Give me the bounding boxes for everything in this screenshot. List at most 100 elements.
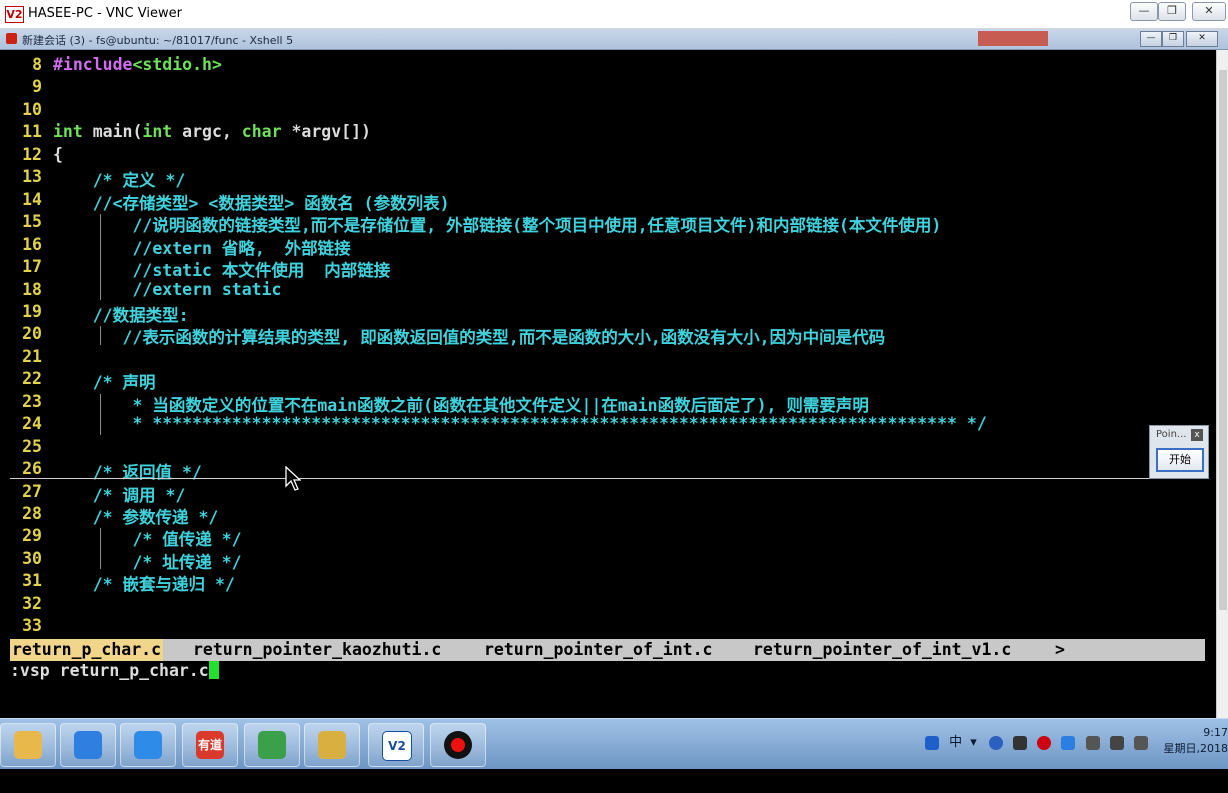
- pointer-popup: Poin... x 开始: [1149, 425, 1209, 479]
- line-number: 11: [22, 122, 42, 142]
- vim-tabline: return_p_char.c return_pointer_kaozhuti.…: [10, 639, 1205, 661]
- code-text: /* 返回值 */: [53, 463, 202, 483]
- line-number: 18: [22, 279, 42, 299]
- taskbar-baidu-cloud-button[interactable]: [60, 723, 116, 767]
- line-number: 17: [22, 257, 42, 277]
- code-text: /* 参数传递 */: [53, 508, 219, 527]
- vnc-minimize-button[interactable]: —: [1130, 2, 1158, 21]
- search-tray-icon[interactable]: [925, 735, 939, 750]
- popup-title: Poin...: [1156, 429, 1187, 440]
- ime-indicator[interactable]: 中: [949, 735, 962, 750]
- command-text: :vsp return_p_char.c: [10, 661, 209, 680]
- terminal-scrollbar[interactable]: [1216, 50, 1228, 718]
- line-number: 20: [22, 324, 42, 344]
- code-text: //数据类型:: [53, 305, 189, 325]
- code-text: int main(int argc, char *argv[]): [53, 122, 371, 142]
- code-text: * 当函数定义的位置不在main函数之前(函数在其他文件定义||在main函数后…: [53, 395, 869, 415]
- code-text: /* 值传递 */: [53, 530, 242, 550]
- taskbar-recorder-button[interactable]: [430, 723, 486, 767]
- mouse-pointer-icon: [285, 466, 301, 491]
- system-tray: 中 ▾: [925, 731, 1154, 755]
- code-text: {: [53, 144, 63, 164]
- scrollbar-thumb[interactable]: [1219, 70, 1227, 610]
- vnc-titlebar: V2 HASEE-PC - VNC Viewer — ❐ ✕: [0, 0, 1228, 29]
- clock-time: 9:17: [1203, 726, 1228, 739]
- taskbar-clock[interactable]: 9:17 星期日,2018: [1160, 725, 1228, 757]
- code-text: //static 本文件使用 内部链接: [53, 261, 391, 281]
- code-text: #include<stdio.h>: [53, 55, 222, 74]
- options-icon[interactable]: [1013, 735, 1028, 750]
- taskbar-vnc-viewer-button[interactable]: V2: [368, 723, 424, 767]
- code-text: /* 嵌套与递归 */: [53, 575, 235, 595]
- code-text: //说明函数的链接类型,而不是存储位置, 外部链接(整个项目中使用,任意项目文件…: [53, 216, 942, 236]
- youdao-dict-icon: 有道: [196, 731, 224, 759]
- line-number: 22: [22, 369, 42, 389]
- tab-item[interactable]: return_pointer_of_int.c: [484, 639, 712, 661]
- xshell-window-title: 新建会话 (3) - fs@ubuntu: ~/81017/func - Xsh…: [22, 34, 294, 47]
- xshell-close-button[interactable]: ✕: [1186, 31, 1218, 47]
- xshell-minimize-button[interactable]: —: [1140, 31, 1162, 47]
- popup-close-button[interactable]: x: [1191, 429, 1203, 441]
- taskbar-file-manager-button[interactable]: [304, 723, 360, 767]
- vnc-window-title: HASEE-PC - VNC Viewer: [28, 6, 182, 21]
- xshell-maximize-button[interactable]: ❐: [1162, 31, 1184, 47]
- line-number: 33: [22, 616, 42, 636]
- cursor-line: [10, 478, 1150, 479]
- indent-guide: [100, 214, 101, 300]
- line-number: 26: [22, 459, 42, 479]
- line-number: 8: [32, 55, 42, 74]
- code-text: /* 声明: [53, 373, 156, 393]
- notes-icon: [134, 731, 162, 759]
- taskbar-youdao-dict-button[interactable]: 有道: [182, 723, 238, 767]
- taskbar-file-explorer-button[interactable]: [0, 723, 56, 767]
- line-number: 28: [22, 504, 42, 523]
- taskbar-notes-button[interactable]: [120, 723, 176, 767]
- file-explorer-icon: [14, 731, 42, 759]
- record-tray-icon[interactable]: [1037, 735, 1052, 750]
- xshell-indicator: [978, 31, 1048, 46]
- baidu-cloud-icon: [74, 731, 102, 759]
- network-icon[interactable]: [1109, 735, 1124, 750]
- help-icon[interactable]: [988, 735, 1003, 750]
- tab-item[interactable]: return_pointer_kaozhuti.c: [193, 639, 441, 661]
- line-number: 27: [22, 481, 42, 501]
- line-number: 12: [22, 144, 42, 164]
- recorder-icon: [444, 731, 472, 759]
- file-manager-icon: [318, 731, 346, 759]
- text-cursor: [208, 661, 219, 679]
- vnc-app-icon: V2: [5, 6, 24, 23]
- taskbar-chrome-button[interactable]: [244, 723, 300, 767]
- xshell-titlebar: 新建会话 (3) - fs@ubuntu: ~/81017/func - Xsh…: [0, 29, 1228, 50]
- clock-date: 星期日,2018: [1163, 742, 1228, 755]
- indent-guide: [100, 393, 101, 435]
- code-text: /* 定义 */: [53, 171, 186, 191]
- vnc-close-button[interactable]: ✕: [1192, 2, 1226, 21]
- flag-icon[interactable]: [1085, 735, 1100, 750]
- popup-start-button[interactable]: 开始: [1156, 448, 1204, 472]
- chrome-icon: [258, 731, 286, 759]
- line-number: 16: [22, 234, 42, 254]
- line-number: 13: [22, 167, 42, 187]
- line-number: 29: [22, 526, 42, 546]
- volume-icon[interactable]: [1133, 735, 1148, 750]
- code-text: //<存储类型> <数据类型> 函数名 (参数列表): [53, 193, 450, 213]
- xshell-app-icon: [6, 33, 17, 44]
- notes-tray-icon[interactable]: [1061, 735, 1076, 750]
- code-text: //extern static: [53, 279, 282, 299]
- line-number: 31: [22, 571, 42, 591]
- indent-guide: [100, 326, 101, 345]
- line-number: 10: [22, 99, 42, 119]
- line-number: 30: [22, 548, 42, 568]
- vim-command-line[interactable]: :vsp return_p_char.c: [10, 661, 219, 683]
- tab-item[interactable]: return_pointer_of_int_v1.c: [753, 639, 1011, 661]
- code-text: /* 调用 */: [53, 485, 186, 505]
- chevron-down-icon[interactable]: ▾: [970, 735, 977, 750]
- tab-overflow-indicator[interactable]: >: [1055, 639, 1065, 661]
- terminal-area[interactable]: 8 #include<stdio.h> 9 10 11 int main(int argc…: [0, 50, 1216, 718]
- vnc-maximize-button[interactable]: ❐: [1158, 2, 1186, 21]
- tab-active[interactable]: return_p_char.c: [10, 639, 164, 661]
- line-number: 25: [22, 436, 42, 456]
- line-number: 23: [22, 391, 42, 411]
- windows-taskbar: 有道 V2 中 ▾ 9:17 星期日,2018: [0, 718, 1228, 769]
- line-number: 9: [32, 77, 42, 97]
